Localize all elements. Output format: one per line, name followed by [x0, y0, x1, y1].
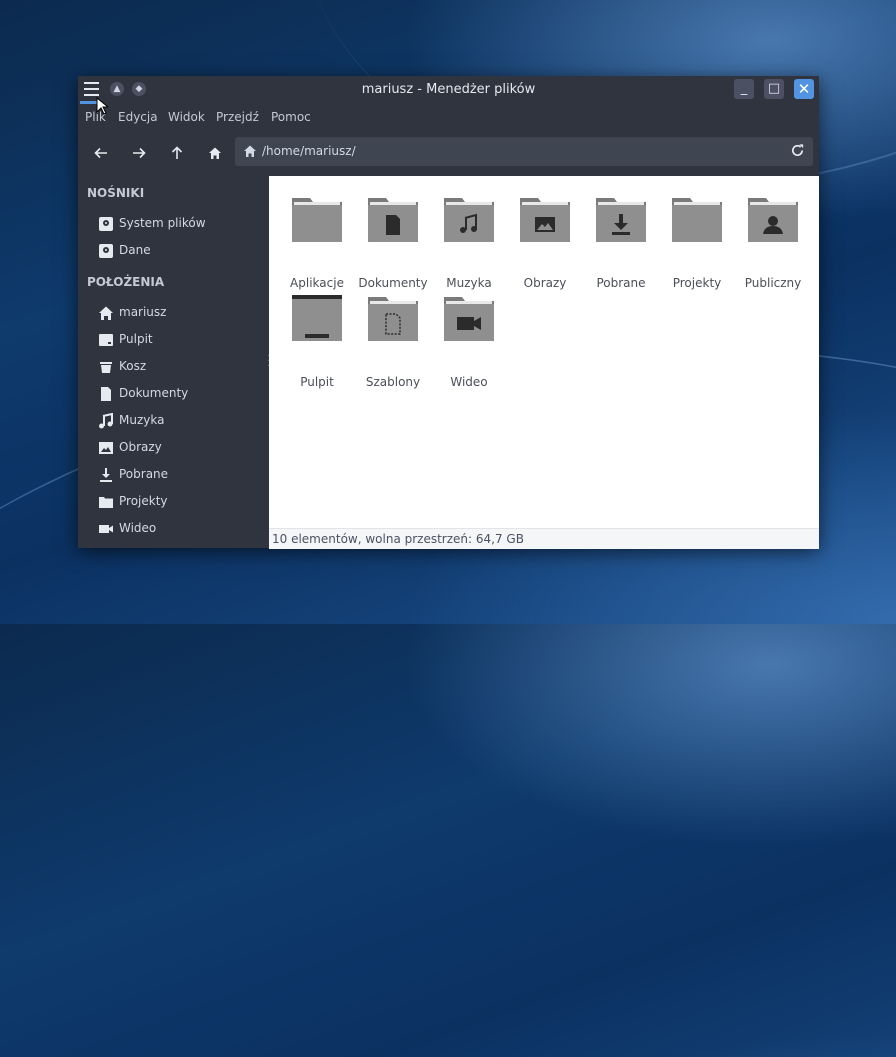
drive-icon [99, 244, 113, 258]
arrow-right-icon [133, 147, 146, 159]
titlebar[interactable]: ▲ ◆ mariusz - Menedżer plików _ □ ✕ [78, 76, 819, 104]
sidebar-item-label: System plików [119, 216, 206, 230]
sidebar-header-places: POŁOŻENIA [87, 275, 165, 289]
sidebar-item-label: Obrazy [119, 440, 162, 454]
file-label: Projekty [672, 276, 722, 290]
arrow-up-icon [171, 146, 183, 159]
folder-documents-icon [368, 198, 418, 242]
window-title: mariusz - Menedżer plików [361, 82, 536, 97]
folder-templates-icon [368, 297, 418, 341]
folder-publiczny[interactable]: Publiczny [737, 196, 809, 290]
file-label: Muzyka [446, 276, 492, 290]
sidebar-item-dokumenty[interactable]: Dokumenty [98, 383, 263, 405]
folder-desktop-icon [292, 295, 342, 341]
arrow-left-icon [94, 147, 107, 159]
menu-pomoc[interactable]: Pomoc [271, 110, 311, 124]
sidebar-item-pulpit[interactable]: Pulpit [98, 329, 263, 351]
folder-aplikacje[interactable]: Aplikacje [281, 196, 353, 290]
menu-przejdz[interactable]: Przejdź [216, 110, 259, 124]
folder-projekty[interactable]: Projekty [661, 196, 733, 290]
file-manager-window: ▲ ◆ mariusz - Menedżer plików _ □ ✕ Plik… [78, 76, 819, 549]
sidebar-item-label: Pobrane [119, 467, 169, 481]
sidebar-item-obrazy[interactable]: Obrazy [98, 437, 263, 459]
sidebar-item-pobrane[interactable]: Pobrane [98, 464, 263, 486]
location-bar[interactable]: /home/mariusz/ [235, 137, 813, 166]
music-icon [99, 413, 113, 429]
folder-download-icon [596, 198, 646, 242]
trash-icon [100, 362, 112, 373]
statusbar: 10 elementów, wolna przestrzeń: 64,7 GB [269, 528, 819, 549]
sidebar-item-mariusz[interactable]: mariusz [98, 302, 263, 324]
sidebar-item-label: Kosz [119, 359, 147, 373]
download-icon [100, 468, 112, 482]
sidebar-item-projekty[interactable]: Projekty [98, 491, 263, 513]
file-label: Obrazy [523, 276, 567, 290]
file-label: Wideo [450, 375, 488, 389]
folder-wideo[interactable]: Wideo [433, 295, 505, 389]
sidebar: NOŚNIKI System plików Dane POŁOŻENIA mar… [78, 176, 268, 548]
folder-public-icon [748, 198, 798, 242]
menu-widok[interactable]: Widok [168, 110, 205, 124]
sidebar-item-wideo[interactable]: Wideo [98, 518, 263, 540]
file-label: Pobrane [596, 276, 646, 290]
sidebar-item-label: Wideo [119, 521, 157, 535]
forward-button[interactable] [128, 142, 150, 164]
file-label: Aplikacje [290, 276, 344, 290]
video-icon [99, 525, 113, 533]
sidebar-item-label: Projekty [119, 494, 168, 508]
sidebar-item-dane[interactable]: Dane [98, 240, 263, 262]
status-text: 10 elementów, wolna przestrzeń: 64,7 GB [272, 532, 524, 546]
folder-obrazy[interactable]: Obrazy [509, 196, 581, 290]
menu-edycja[interactable]: Edycja [118, 110, 158, 124]
folder-pictures-icon [520, 198, 570, 242]
back-button[interactable] [90, 142, 112, 164]
sidebar-item-label: Pulpit [119, 332, 153, 346]
folder-music-icon [444, 198, 494, 242]
folder-muzyka[interactable]: Muzyka [433, 196, 505, 290]
sidebar-item-label: mariusz [119, 305, 167, 319]
toolbar: /home/mariusz/ [78, 134, 819, 172]
file-label: Pulpit [300, 375, 334, 389]
mouse-pointer-icon [96, 97, 108, 115]
home-icon [244, 145, 256, 157]
folder-icon [292, 198, 342, 242]
home-button[interactable] [204, 142, 226, 164]
file-view[interactable]: Aplikacje Dokumenty Muzyka Obrazy Pobran… [269, 176, 819, 528]
drive-icon [99, 217, 113, 231]
home-icon [209, 147, 221, 159]
folder-pulpit[interactable]: Pulpit [281, 295, 353, 389]
file-label: Dokumenty [358, 276, 428, 290]
desktop-icon [99, 334, 113, 346]
up-button[interactable] [166, 142, 188, 164]
close-button[interactable]: ✕ [794, 79, 814, 99]
sidebar-item-label: Dane [119, 243, 151, 257]
folder-szablony[interactable]: Szablony [357, 295, 429, 389]
sidebar-item-system-plikow[interactable]: System plików [98, 213, 263, 235]
sidebar-item-label: Muzyka [119, 413, 165, 427]
sidebar-item-muzyka[interactable]: Muzyka [98, 410, 263, 432]
reload-icon[interactable] [790, 143, 805, 158]
folder-icon [99, 497, 113, 508]
folder-dokumenty[interactable]: Dokumenty [357, 196, 429, 290]
minimize-button[interactable]: _ [734, 79, 754, 99]
sidebar-item-kosz[interactable]: Kosz [98, 356, 263, 378]
home-icon [99, 306, 113, 320]
file-label: Publiczny [744, 276, 802, 290]
sidebar-item-label: Dokumenty [119, 386, 189, 400]
sidebar-header-devices: NOŚNIKI [87, 186, 145, 200]
document-icon [101, 387, 111, 401]
menubar: Plik Edycja Widok Przejdź Pomoc [78, 106, 819, 128]
file-label: Szablony [365, 375, 421, 389]
maximize-button[interactable]: □ [764, 79, 784, 99]
image-icon [99, 442, 113, 454]
location-path[interactable]: /home/mariusz/ [262, 144, 356, 158]
folder-icon [672, 198, 722, 242]
folder-video-icon [444, 297, 494, 341]
folder-pobrane[interactable]: Pobrane [585, 196, 657, 290]
